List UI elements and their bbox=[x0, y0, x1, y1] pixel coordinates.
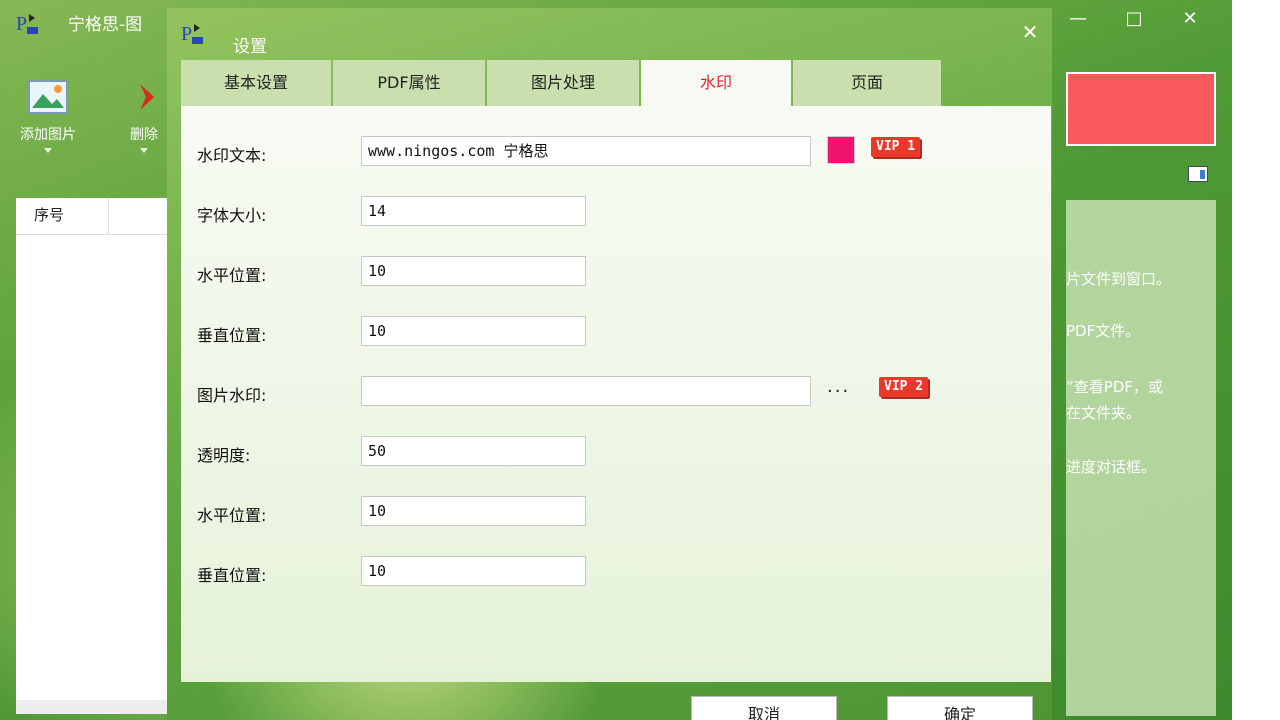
text-horizontal-position-label: 水平位置: bbox=[197, 266, 267, 285]
watermark-color-picker[interactable] bbox=[827, 136, 855, 164]
image-watermark-input[interactable] bbox=[361, 376, 811, 406]
tab-image-processing[interactable]: 图片处理 bbox=[487, 60, 639, 106]
font-size-label: 字体大小: bbox=[197, 206, 267, 225]
app-logo-icon: P bbox=[16, 13, 38, 35]
browse-button[interactable]: ... bbox=[827, 376, 850, 397]
ok-button[interactable]: 确定 bbox=[887, 696, 1033, 720]
file-list[interactable]: 序号 bbox=[16, 198, 176, 714]
vip-badge: VIP 2 bbox=[879, 377, 929, 397]
help-line: 进度对话框。 bbox=[1066, 458, 1157, 476]
main-window-title: 宁格思-图 bbox=[68, 15, 143, 35]
panel-toggle-icon[interactable] bbox=[1188, 166, 1208, 182]
tab-label: 图片处理 bbox=[530, 73, 595, 92]
image-vertical-position-input[interactable]: 10 bbox=[361, 556, 586, 586]
help-panel: 片文件到窗口。 PDF文件。 ”查看PDF，或 在文件夹。 进度对话框。 bbox=[1066, 200, 1216, 716]
horizontal-scrollbar[interactable] bbox=[16, 700, 176, 714]
help-line: 在文件夹。 bbox=[1066, 404, 1142, 422]
opacity-label: 透明度: bbox=[197, 446, 251, 465]
watermark-text-label: 水印文本: bbox=[197, 146, 267, 165]
settings-dialog: P 设置 ✕ 基本设置 PDF属性 图片处理 水印 页面 水印文本: www.n… bbox=[167, 8, 1052, 720]
tab-label: 水印 bbox=[699, 73, 732, 92]
tab-pdf-properties[interactable]: PDF属性 bbox=[333, 60, 485, 106]
close-button[interactable]: ✕ bbox=[1164, 0, 1216, 38]
list-header: 序号 bbox=[16, 198, 176, 235]
svg-text:P: P bbox=[181, 23, 192, 45]
chevron-down-icon[interactable] bbox=[44, 148, 52, 153]
minimize-icon: — bbox=[1069, 8, 1087, 29]
watermark-settings-panel: 水印文本: www.ningos.com 宁格思 VIP 1 字体大小: 14 … bbox=[181, 106, 1051, 720]
image-vertical-position-label: 垂直位置: bbox=[197, 566, 267, 585]
svg-text:P: P bbox=[16, 13, 27, 35]
maximize-icon: □ bbox=[1125, 8, 1143, 29]
vip-badge: VIP 1 bbox=[871, 137, 921, 157]
help-line: ”查看PDF，或 bbox=[1066, 378, 1163, 396]
tab-label: PDF属性 bbox=[377, 73, 441, 92]
dialog-title: 设置 bbox=[233, 37, 267, 57]
delete-label: 删除 bbox=[130, 127, 158, 143]
add-image-button[interactable]: 添加图片 bbox=[20, 80, 76, 153]
cancel-button[interactable]: 取消 bbox=[691, 696, 837, 720]
tab-label: 页面 bbox=[850, 73, 883, 92]
font-size-input[interactable]: 14 bbox=[361, 196, 586, 226]
image-horizontal-position-input[interactable]: 10 bbox=[361, 496, 586, 526]
app-logo-icon: P bbox=[181, 23, 203, 45]
delete-icon bbox=[140, 84, 154, 110]
column-header-seq[interactable]: 序号 bbox=[16, 198, 109, 234]
chevron-down-icon[interactable] bbox=[140, 148, 148, 153]
tab-watermark[interactable]: 水印 bbox=[641, 60, 791, 106]
image-watermark-label: 图片水印: bbox=[197, 386, 267, 405]
delete-button[interactable]: 删除 bbox=[124, 80, 164, 153]
tab-label: 基本设置 bbox=[223, 73, 288, 92]
watermark-text-input[interactable]: www.ningos.com 宁格思 bbox=[361, 136, 811, 166]
image-horizontal-position-label: 水平位置: bbox=[197, 506, 267, 525]
add-image-icon bbox=[28, 80, 68, 114]
text-vertical-position-label: 垂直位置: bbox=[197, 326, 267, 345]
help-line: PDF文件。 bbox=[1066, 322, 1141, 340]
tab-page[interactable]: 页面 bbox=[793, 60, 941, 106]
opacity-input[interactable]: 50 bbox=[361, 436, 586, 466]
maximize-button[interactable]: □ bbox=[1108, 0, 1160, 38]
close-icon: ✕ bbox=[1182, 8, 1198, 29]
add-image-label: 添加图片 bbox=[20, 127, 76, 143]
text-horizontal-position-input[interactable]: 10 bbox=[361, 256, 586, 286]
minimize-button[interactable]: — bbox=[1052, 0, 1104, 38]
text-vertical-position-input[interactable]: 10 bbox=[361, 316, 586, 346]
dialog-close-button[interactable]: ✕ bbox=[1008, 14, 1052, 50]
close-icon: ✕ bbox=[1021, 20, 1039, 44]
status-banner bbox=[1066, 72, 1216, 146]
help-line: 片文件到窗口。 bbox=[1066, 270, 1172, 288]
tab-basic-settings[interactable]: 基本设置 bbox=[181, 60, 331, 106]
